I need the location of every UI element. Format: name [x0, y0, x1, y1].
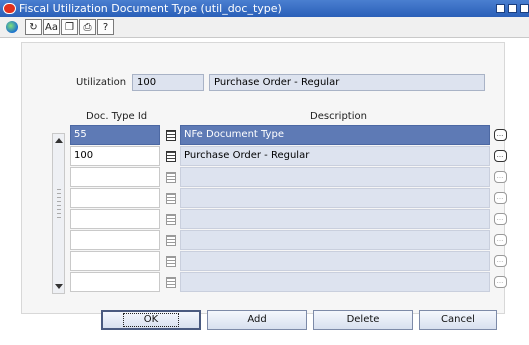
comment-button[interactable]: ...	[492, 147, 508, 165]
close-button[interactable]	[520, 4, 529, 13]
table-row[interactable]: ...	[50, 230, 518, 250]
copy-icon[interactable]: ❐	[61, 19, 78, 35]
comment-button[interactable]: ...	[492, 168, 508, 186]
comment-icon: ...	[493, 234, 507, 246]
doc-type-id-cell[interactable]	[70, 251, 160, 271]
description-cell[interactable]: NFe Document Type	[180, 125, 490, 145]
comment-button[interactable]: ...	[492, 126, 508, 144]
document-list-icon	[165, 192, 176, 204]
document-list-icon	[165, 129, 176, 141]
comment-icon: ...	[493, 129, 507, 141]
document-list-icon	[165, 234, 176, 246]
toolbar: ↻ Aa ❐ ⎙ ?	[0, 17, 529, 38]
lookup-button[interactable]	[161, 209, 180, 229]
table-row[interactable]: 100 Purchase Order - Regular ...	[50, 146, 518, 166]
comment-button[interactable]: ...	[492, 231, 508, 249]
table-row[interactable]: ...	[50, 272, 518, 292]
description-cell[interactable]	[180, 251, 490, 271]
lookup-button[interactable]	[161, 230, 180, 250]
comment-button[interactable]: ...	[492, 210, 508, 228]
text-size-icon[interactable]: Aa	[43, 19, 60, 35]
col-header-doc-type-id: Doc. Type Id	[86, 111, 148, 122]
document-list-icon	[165, 276, 176, 288]
maximize-button[interactable]	[508, 4, 517, 13]
table-row[interactable]: ...	[50, 251, 518, 271]
lookup-button[interactable]	[161, 125, 180, 145]
comment-icon: ...	[493, 150, 507, 162]
doc-type-id-cell[interactable]	[70, 272, 160, 292]
doc-type-id-cell[interactable]: 55	[70, 125, 160, 145]
document-list-icon	[165, 213, 176, 225]
document-list-icon	[165, 255, 176, 267]
description-cell[interactable]	[180, 188, 490, 208]
lookup-button[interactable]	[161, 146, 180, 166]
description-cell[interactable]	[180, 272, 490, 292]
document-list-icon	[165, 171, 176, 183]
minimize-button[interactable]	[496, 4, 505, 13]
utilization-label: Utilization	[76, 77, 127, 88]
window-title: Fiscal Utilization Document Type (util_d…	[19, 2, 282, 15]
lookup-button[interactable]	[161, 272, 180, 292]
description-cell[interactable]	[180, 230, 490, 250]
cancel-button[interactable]: Cancel	[419, 310, 497, 330]
lookup-button[interactable]	[161, 167, 180, 187]
oracle-app-icon	[3, 3, 16, 14]
description-cell[interactable]: Purchase Order - Regular	[180, 146, 490, 166]
refresh-icon[interactable]: ↻	[25, 19, 42, 35]
comment-button[interactable]: ...	[492, 189, 508, 207]
description-cell[interactable]	[180, 167, 490, 187]
help-icon[interactable]: ?	[97, 19, 114, 35]
document-list-icon	[165, 150, 176, 162]
add-button[interactable]: Add	[207, 310, 307, 330]
doc-type-id-cell[interactable]	[70, 188, 160, 208]
comment-button[interactable]: ...	[492, 273, 508, 291]
comment-icon: ...	[493, 213, 507, 225]
doc-type-id-cell[interactable]: 100	[70, 146, 160, 166]
print-icon[interactable]: ⎙	[79, 19, 96, 35]
doc-type-id-cell[interactable]	[70, 167, 160, 187]
delete-button[interactable]: Delete	[313, 310, 413, 330]
lookup-button[interactable]	[161, 251, 180, 271]
description-cell[interactable]	[180, 209, 490, 229]
ok-button[interactable]: OK	[101, 310, 201, 330]
table-row[interactable]: 55 NFe Document Type ...	[50, 125, 518, 145]
lookup-button[interactable]	[161, 188, 180, 208]
comment-icon: ...	[493, 171, 507, 183]
col-header-description: Description	[310, 111, 367, 122]
doc-type-id-cell[interactable]	[70, 209, 160, 229]
utilization-id-field: 100	[132, 74, 204, 91]
window-title-bar: Fiscal Utilization Document Type (util_d…	[0, 0, 529, 17]
globe-icon[interactable]	[3, 19, 20, 35]
table-row[interactable]: ...	[50, 209, 518, 229]
table-row[interactable]: ...	[50, 167, 518, 187]
utilization-desc-field: Purchase Order - Regular	[209, 74, 485, 91]
comment-icon: ...	[493, 192, 507, 204]
comment-icon: ...	[493, 255, 507, 267]
comment-icon: ...	[493, 276, 507, 288]
doc-type-id-cell[interactable]	[70, 230, 160, 250]
comment-button[interactable]: ...	[492, 252, 508, 270]
table-row[interactable]: ...	[50, 188, 518, 208]
